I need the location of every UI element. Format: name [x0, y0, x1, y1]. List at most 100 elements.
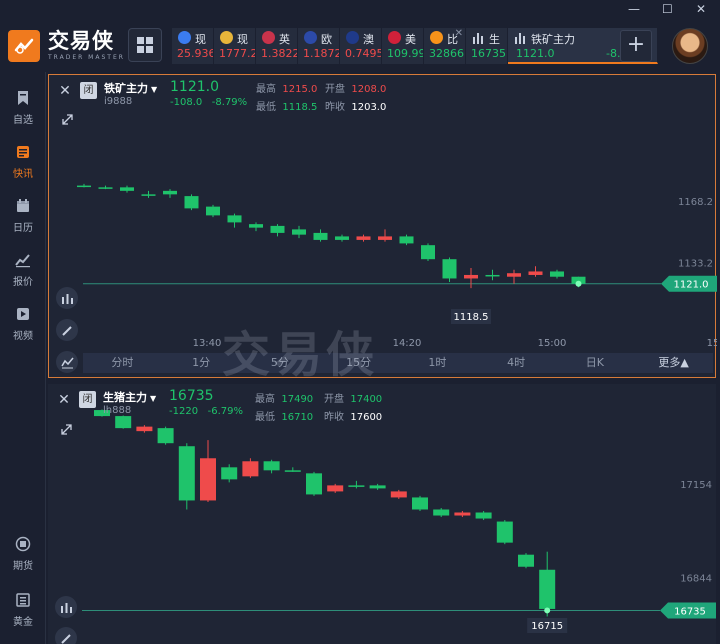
- minimize-icon[interactable]: —: [628, 2, 640, 16]
- candle-body: [421, 245, 435, 260]
- y-axis-tick-label: 17154: [680, 480, 712, 491]
- sidebar-item-label: 快讯: [13, 169, 33, 180]
- bar-chart-icon: [472, 31, 485, 44]
- last-price-tag-label: 1121.0: [674, 280, 709, 291]
- expand-panel-button[interactable]: [55, 418, 77, 440]
- chart-type-button[interactable]: [56, 351, 78, 373]
- eu-flag-icon: [304, 31, 317, 44]
- expand-panel-button[interactable]: [56, 108, 78, 130]
- maximize-icon[interactable]: ☐: [662, 2, 673, 16]
- ticker-name: 现: [195, 33, 206, 46]
- ticker-hog[interactable]: 生 16735: [466, 28, 508, 64]
- instrument-name: 生猪主力: [103, 391, 147, 404]
- stat-label: 开盘: [324, 394, 344, 405]
- ticker-bitcoin[interactable]: 比 32866.0 ✕: [424, 28, 466, 64]
- tab-more[interactable]: 更多▲: [634, 353, 713, 373]
- instrument-name: 铁矿主力: [104, 82, 148, 95]
- stat-label: 开盘: [325, 84, 345, 95]
- candle-body: [327, 485, 344, 492]
- indicator-button[interactable]: [56, 287, 78, 309]
- ticker-usd[interactable]: 美 109.99: [382, 28, 424, 64]
- change-value: -1220: [169, 406, 199, 417]
- stat-low: 最低 1118.5: [256, 98, 317, 113]
- close-tab-icon[interactable]: ✕: [455, 28, 463, 39]
- change-percent: -6.79%: [207, 406, 243, 417]
- instrument-code: lh888: [103, 405, 132, 416]
- collapse-panel-button[interactable]: 闭: [80, 82, 97, 99]
- ticker-aud[interactable]: 澳 0.7495: [340, 28, 382, 64]
- ticker-silver[interactable]: 现 25.936: [172, 28, 214, 64]
- bar-chart-icon: [514, 31, 527, 44]
- x-axis-tick-label: 14:20: [393, 338, 422, 349]
- tab-timeshare[interactable]: 分时: [83, 353, 162, 373]
- sidebar-item-quotes[interactable]: 报价: [0, 244, 46, 290]
- candlestick-chart-live-hog[interactable]: 17154 16844 16735 16715: [48, 384, 716, 644]
- candle-body: [433, 509, 450, 516]
- stat-value: 17490: [281, 394, 314, 405]
- instrument-selector[interactable]: 铁矿主力 ▼: [104, 80, 157, 96]
- candle-body: [399, 236, 414, 244]
- indicator-icon: [61, 293, 73, 304]
- sidebar-item-news[interactable]: 快讯: [0, 136, 46, 182]
- candle-body: [120, 187, 134, 191]
- stat-high: 最高 1215.0: [256, 80, 317, 95]
- avatar[interactable]: [672, 28, 708, 64]
- close-window-icon[interactable]: ✕: [696, 2, 706, 16]
- candle-body: [115, 416, 132, 429]
- tab-5min[interactable]: 5分: [241, 353, 320, 373]
- draw-tool-button[interactable]: [55, 627, 77, 644]
- candle-body: [539, 569, 556, 609]
- candle-body: [507, 273, 521, 277]
- ticker-name: 美: [405, 33, 416, 46]
- ticker-gold[interactable]: 现 1777.26: [214, 28, 256, 64]
- ticker-gbp[interactable]: 英 1.3822: [256, 28, 298, 64]
- instrument-selector[interactable]: 生猪主力 ▼: [103, 389, 156, 405]
- ticker-strip: 现 25.936 现 1777.26 英 1.3822 欧 1.1872 澳 0…: [172, 28, 658, 64]
- tab-daily[interactable]: 日K: [556, 353, 635, 373]
- sidebar-item-calendar[interactable]: 日历: [0, 190, 46, 236]
- candlestick-chart-iron-ore[interactable]: 1168.2 1133.2 1121.0 1118.5 13:40 14:20 15:00 1…: [49, 75, 717, 379]
- candle-body: [292, 229, 306, 235]
- candle-body: [550, 271, 564, 277]
- ticker-price: 1121.0: [516, 47, 555, 60]
- futures-icon: [15, 536, 31, 552]
- tab-1min[interactable]: 1分: [162, 353, 241, 373]
- sidebar-item-gold[interactable]: 黄金: [0, 584, 46, 630]
- layout-grid-button[interactable]: [128, 28, 162, 62]
- ticker-price: 1777.26: [219, 47, 255, 60]
- collapse-panel-button[interactable]: 闭: [79, 391, 96, 408]
- sidebar-item-watchlist[interactable]: 自选: [0, 82, 46, 128]
- add-ticker-button[interactable]: +: [620, 30, 652, 62]
- low-marker-label: 16715: [531, 621, 563, 632]
- close-panel-button[interactable]: ✕: [54, 390, 74, 410]
- stat-value: 1118.5: [282, 102, 318, 113]
- ticker-price: 1.3822: [261, 47, 298, 60]
- stat-prev-close: 昨收 17600: [324, 408, 382, 423]
- ticker-name: 英: [279, 33, 290, 46]
- candle-body: [378, 236, 392, 240]
- bitcoin-icon: [430, 31, 443, 44]
- candle-body: [356, 236, 371, 240]
- low-marker-label: 1118.5: [454, 312, 489, 323]
- candle-body: [163, 190, 177, 195]
- candle-body: [178, 446, 195, 501]
- tab-15min[interactable]: 15分: [319, 353, 398, 373]
- change-percent: -8.79%: [211, 97, 248, 108]
- last-price: 16735: [169, 388, 214, 404]
- stat-value: 17400: [350, 394, 383, 405]
- candle-body: [242, 461, 259, 477]
- us-flag-icon: [388, 31, 401, 44]
- sidebar-item-futures[interactable]: 期货: [0, 528, 46, 574]
- tab-4hour[interactable]: 4时: [477, 353, 556, 373]
- stat-open: 开盘 1208.0: [325, 80, 386, 95]
- indicator-button[interactable]: [55, 596, 77, 618]
- sidebar-item-video[interactable]: 视频: [0, 298, 46, 344]
- candle-body: [369, 485, 386, 489]
- candle-body: [141, 194, 156, 196]
- draw-tool-button[interactable]: [56, 319, 78, 341]
- tab-1hour[interactable]: 1时: [398, 353, 477, 373]
- candle-body: [184, 196, 199, 209]
- ticker-eur[interactable]: 欧 1.1872: [298, 28, 340, 64]
- close-panel-button[interactable]: ✕: [55, 81, 75, 101]
- candle-body: [206, 206, 220, 216]
